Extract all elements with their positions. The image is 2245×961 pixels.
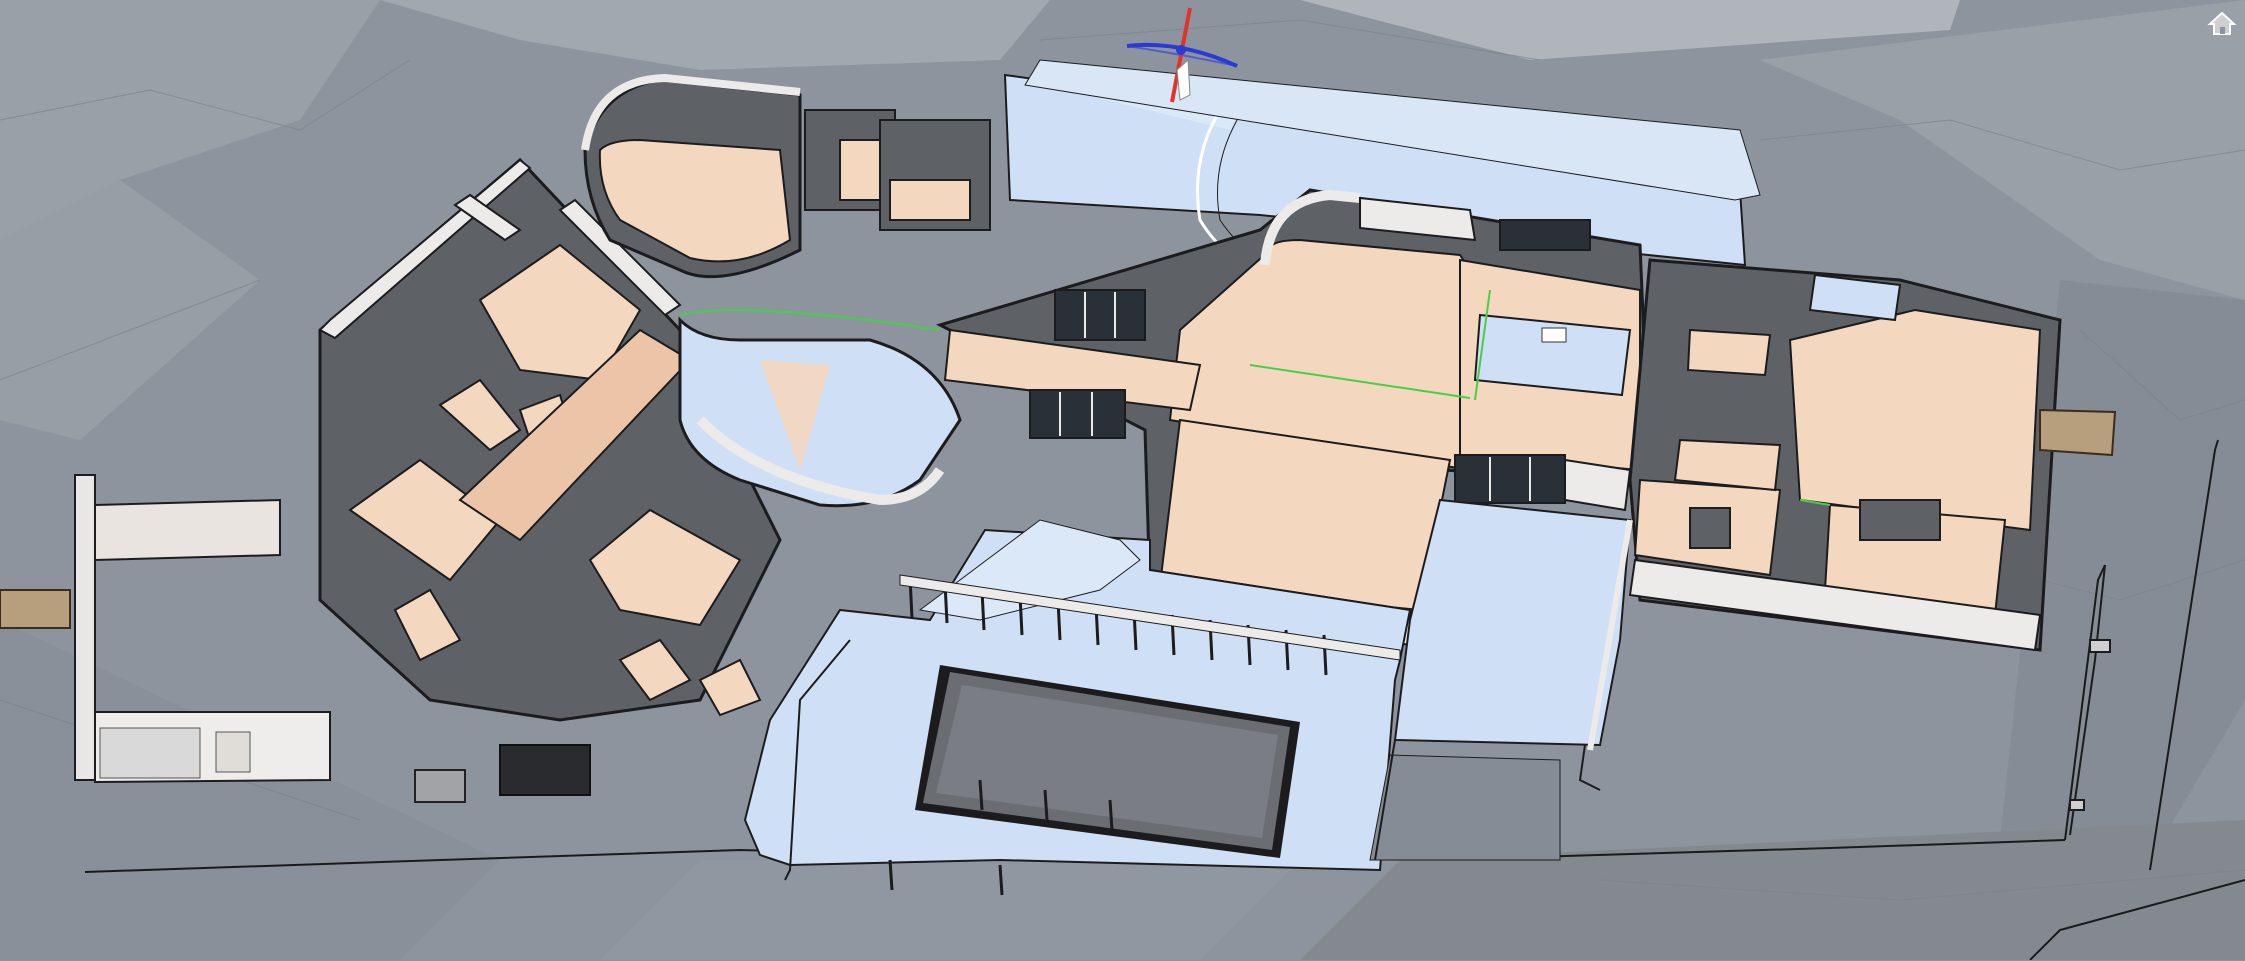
east-wing — [1628, 258, 2117, 652]
home-button[interactable] — [2205, 6, 2239, 40]
home-icon — [2207, 11, 2237, 35]
3d-model-viewport[interactable] — [0, 0, 2245, 960]
